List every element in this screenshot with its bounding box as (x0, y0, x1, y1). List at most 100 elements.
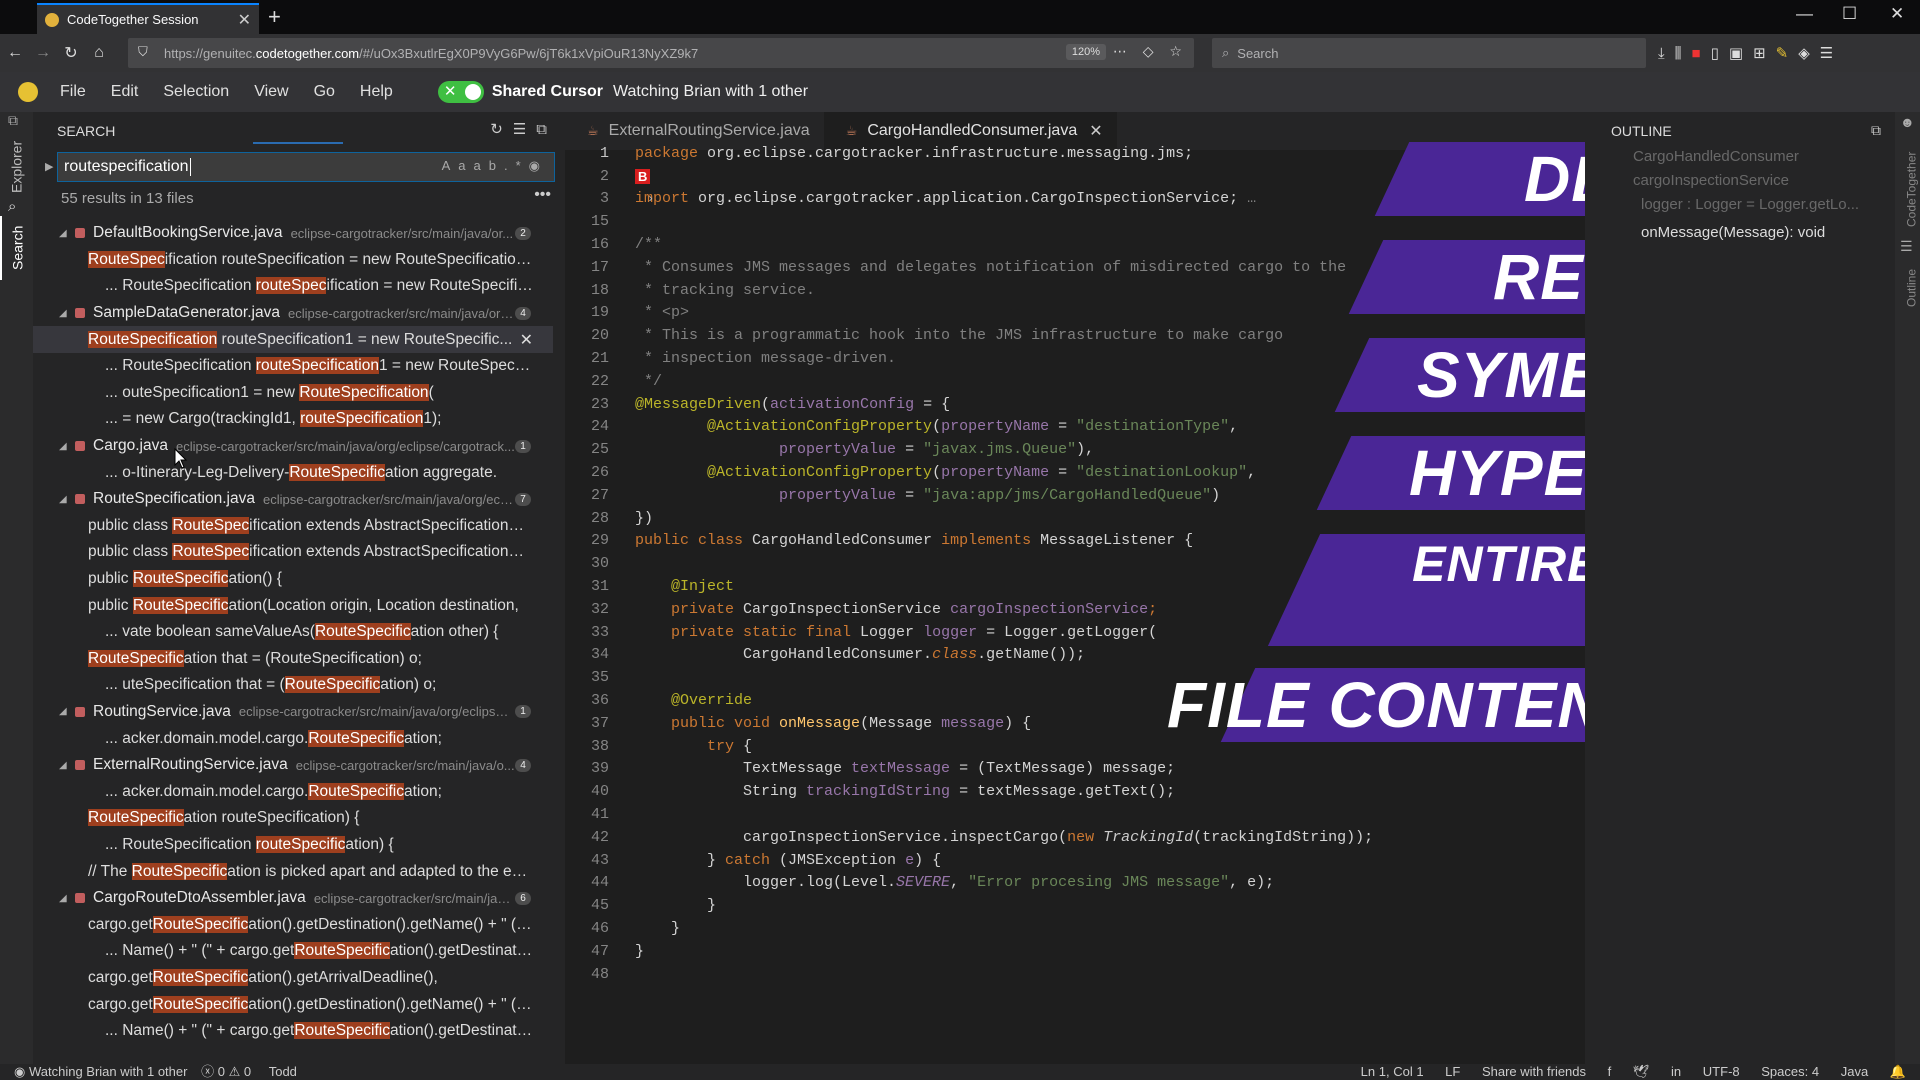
search-icon[interactable]: ⌕ (8, 198, 16, 215)
reload-icon[interactable]: ↻ (58, 43, 84, 63)
grid-icon[interactable]: ⊞ (1753, 44, 1766, 62)
result-match[interactable]: ... Name() + " (" + cargo.getRouteSpecif… (33, 938, 553, 965)
outline-item[interactable]: onMessage(Message): void (1641, 224, 1825, 241)
result-file[interactable]: ◢ RoutingService.java eclipse-cargotracker… (33, 699, 553, 726)
collapse-all-icon[interactable]: ⧉ (536, 121, 557, 138)
bell-icon[interactable]: 🔔 (1890, 1064, 1906, 1079)
library-icon[interactable]: ⫼ (1675, 45, 1682, 62)
search-tab[interactable]: Search (0, 216, 33, 280)
menu-icon[interactable]: ☰ (1820, 44, 1833, 62)
menu-go[interactable]: Go (314, 83, 335, 101)
whole-word-icon[interactable]: ab (474, 158, 504, 173)
result-match[interactable]: ... o-Itinerary-Leg-Delivery-RouteSpecif… (33, 459, 553, 486)
page-actions-icon[interactable]: ⋯ ◇ ☆ (1113, 43, 1188, 60)
codetogether-tab[interactable]: CodeTogether (1895, 134, 1920, 244)
share-label[interactable]: Share with friends (1482, 1064, 1586, 1079)
result-match[interactable]: ... RouteSpecification routeSpecificatio… (33, 353, 553, 380)
result-match[interactable]: RouteSpecification routeSpecification1 =… (33, 326, 553, 353)
line-ending[interactable]: LF (1445, 1064, 1460, 1079)
encoding[interactable]: UTF-8 (1703, 1064, 1740, 1079)
outline-item[interactable]: logger : Logger = Logger.getLo... (1641, 196, 1859, 213)
minimize-icon[interactable]: — (1796, 4, 1813, 24)
maximize-icon[interactable]: ☐ (1842, 4, 1857, 24)
close-window-icon[interactable]: ✕ (1890, 4, 1904, 24)
result-match[interactable]: public RouteSpecification() { (33, 566, 553, 593)
result-match[interactable]: public class RouteSpecification extends … (33, 539, 553, 566)
menu-selection[interactable]: Selection (163, 83, 229, 101)
linkedin-icon[interactable]: in (1671, 1064, 1681, 1079)
facebook-icon[interactable]: f (1608, 1064, 1612, 1079)
extension-icon[interactable]: ■ (1692, 45, 1701, 62)
fold-chevron-icon[interactable]: › (647, 192, 654, 206)
result-file[interactable]: ◢ SampleDataGenerator.java eclipse-cargotr… (33, 300, 553, 327)
result-match[interactable]: ... outeSpecification1 = new RouteSpecif… (33, 380, 553, 407)
result-file[interactable]: ◢ Cargo.java eclipse-cargotracker/src/main… (33, 433, 553, 460)
cursor-position[interactable]: Ln 1, Col 1 (1361, 1064, 1424, 1079)
twitter-icon[interactable]: 🕊 (1633, 1064, 1650, 1079)
toggle-replace-icon[interactable]: ▶ (45, 160, 53, 173)
result-match[interactable]: public RouteSpecification(Location origi… (33, 592, 553, 619)
eye-icon[interactable]: ◉ (529, 158, 548, 173)
screenshot-icon[interactable]: ▣ (1729, 44, 1743, 62)
outline-icon[interactable]: ☰ (1900, 238, 1913, 255)
warning-count[interactable]: 0 (244, 1064, 251, 1079)
refresh-icon[interactable]: ↻ (490, 121, 513, 138)
home-icon[interactable]: ⌂ (86, 44, 112, 62)
chevron-down-icon[interactable]: ◢ (59, 893, 73, 904)
clear-results-icon[interactable]: ☰ (513, 121, 536, 138)
result-match[interactable]: cargo.getRouteSpecification().getArrival… (33, 965, 553, 992)
regex-icon[interactable]: .* (504, 158, 529, 173)
outline-tab[interactable]: Outline (1895, 258, 1920, 318)
chevron-down-icon[interactable]: ◢ (59, 441, 73, 452)
browser-search[interactable]: ⌕ Search (1212, 38, 1646, 68)
palette-icon[interactable]: ◈ (1798, 44, 1810, 62)
menu-edit[interactable]: Edit (111, 83, 139, 101)
result-match[interactable]: ... uteSpecification that = (RouteSpecif… (33, 672, 553, 699)
close-icon[interactable]: ✕ (1089, 121, 1102, 141)
result-file[interactable]: ◢ ExternalRoutingService.java eclipse-carg… (33, 752, 553, 779)
chevron-down-icon[interactable]: ◢ (59, 228, 73, 239)
collapse-outline-icon[interactable]: ⧉ (1871, 122, 1881, 139)
result-match[interactable]: ... vate boolean sameValueAs(RouteSpecif… (33, 619, 553, 646)
result-match[interactable]: RouteSpecification routeSpecification) { (33, 805, 553, 832)
result-match[interactable]: RouteSpecification routeSpecification = … (33, 247, 553, 274)
menu-view[interactable]: View (254, 83, 288, 101)
pen-icon[interactable]: ✎ (1776, 44, 1789, 62)
result-match[interactable]: RouteSpecification that = (RouteSpecific… (33, 646, 553, 673)
browser-tab[interactable]: CodeTogether Session ✕ (37, 3, 259, 34)
result-match[interactable]: // The RouteSpecification is picked apar… (33, 858, 553, 885)
indentation[interactable]: Spaces: 4 (1761, 1064, 1819, 1079)
shared-cursor-toggle[interactable]: ✕ (437, 81, 484, 103)
result-match[interactable]: cargo.getRouteSpecification().getDestina… (33, 911, 553, 938)
status-watching[interactable]: Watching Brian with 1 other (29, 1064, 187, 1079)
result-match[interactable]: ... acker.domain.model.cargo.RouteSpecif… (33, 725, 553, 752)
result-file[interactable]: ◢ RouteSpecification.java eclipse-cargotra… (33, 486, 553, 513)
result-match[interactable]: ... RouteSpecification routeSpecificatio… (33, 273, 553, 300)
match-case-icon[interactable]: Aa (442, 158, 474, 173)
users-icon[interactable]: ☻ (1900, 114, 1915, 130)
sidebar-icon[interactable]: ▯ (1711, 44, 1719, 62)
result-file[interactable]: ◢ DefaultBookingService.java eclipse-cargo… (33, 220, 553, 247)
result-match[interactable]: cargo.getRouteSpecification().getDestina… (33, 991, 553, 1018)
outline-item[interactable]: CargoHandledConsumer (1633, 148, 1799, 165)
chevron-down-icon[interactable]: ◢ (59, 308, 73, 319)
close-tab-icon[interactable]: ✕ (238, 10, 251, 30)
new-tab-icon[interactable]: + (268, 4, 281, 30)
explorer-tab[interactable]: Explorer (0, 132, 33, 202)
error-count[interactable]: 0 (218, 1064, 225, 1079)
result-match[interactable]: ... acker.domain.model.cargo.RouteSpecif… (33, 778, 553, 805)
result-file[interactable]: ◢ CargoRouteDtoAssembler.java eclipse-carg… (33, 885, 553, 912)
result-match[interactable]: ... Name() + " (" + cargo.getRouteSpecif… (33, 1018, 553, 1045)
menu-file[interactable]: File (60, 83, 86, 101)
zoom-level[interactable]: 120% (1065, 44, 1106, 60)
result-match[interactable]: public class RouteSpecification extends … (33, 513, 553, 540)
status-user[interactable]: Todd (269, 1064, 297, 1079)
result-match[interactable]: ... = new Cargo(trackingId1, routeSpecif… (33, 406, 553, 433)
menu-help[interactable]: Help (360, 83, 393, 101)
url-bar[interactable]: ⛉ https://genuitec. codetogether.com/#/uO… (128, 38, 1194, 68)
dismiss-icon[interactable]: ✕ (520, 330, 533, 350)
forward-icon[interactable]: → (30, 44, 56, 62)
download-icon[interactable]: ⤓ (1658, 45, 1665, 62)
search-input[interactable]: routespecification Aaab.*◉ (57, 152, 555, 182)
files-icon[interactable]: ⧉ (8, 112, 18, 129)
